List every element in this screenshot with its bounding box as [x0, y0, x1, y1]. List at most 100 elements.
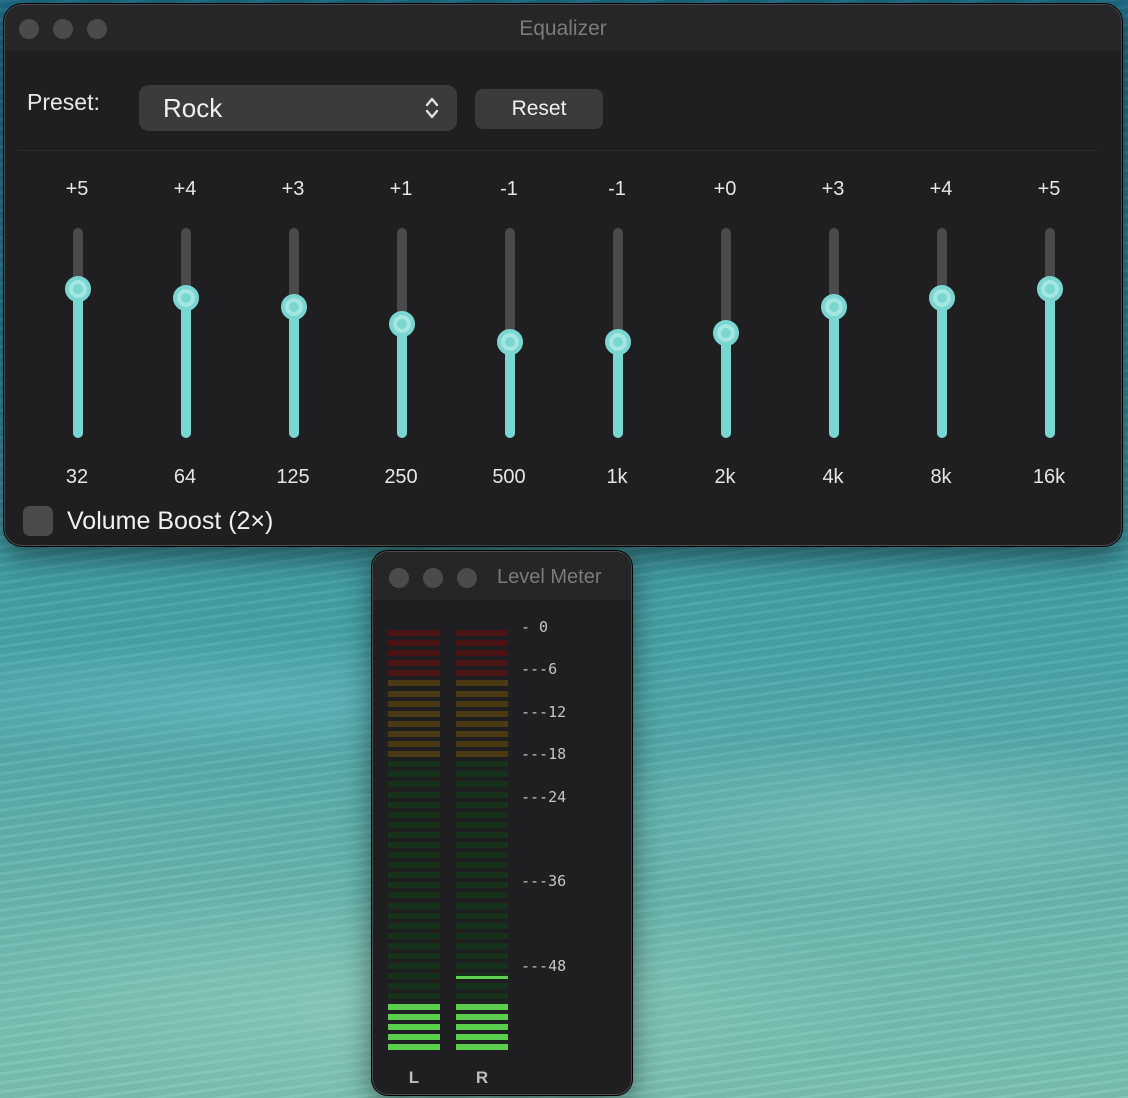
eq-band-500: -1 500: [469, 170, 549, 490]
meter-segment: [388, 701, 440, 707]
eq-slider-64[interactable]: [173, 228, 199, 438]
meter-segment: [456, 1004, 508, 1010]
eq-slider-1k[interactable]: [605, 228, 631, 438]
meter-segment: [388, 983, 440, 989]
eq-band-32: +5 32: [37, 170, 117, 490]
meter-segment: [388, 832, 440, 838]
slider-fill: [613, 342, 623, 438]
slider-fill: [505, 342, 515, 438]
db-scale-label: ---6: [521, 660, 558, 678]
level-meter-titlebar[interactable]: Level Meter: [373, 552, 631, 600]
slider-thumb[interactable]: [173, 285, 199, 311]
db-scale-label: ---12: [521, 703, 567, 721]
meter-segment: [388, 670, 440, 676]
meter-segment: [456, 913, 508, 919]
frequency-label: 2k: [714, 466, 736, 488]
eq-band-8k: +4 8k: [901, 170, 981, 490]
volume-boost-checkbox[interactable]: [23, 506, 53, 536]
minimize-window-button[interactable]: [423, 568, 443, 588]
slider-fill: [181, 298, 191, 438]
meter-segment: [388, 731, 440, 737]
meter-segment: [456, 892, 508, 898]
meter-segment: [388, 852, 440, 858]
gain-value: -1: [500, 178, 518, 200]
meter-segment: [388, 943, 440, 949]
meter-segment: [456, 630, 508, 636]
meter-segment: [456, 953, 508, 959]
meter-segment: [456, 771, 508, 777]
slider-fill: [721, 333, 731, 438]
meter-segment: [388, 711, 440, 717]
slider-thumb[interactable]: [497, 329, 523, 355]
frequency-label: 64: [173, 466, 197, 488]
meter-segment: [388, 892, 440, 898]
slider-thumb[interactable]: [713, 320, 739, 346]
meter-channel-l: [388, 630, 440, 1054]
slider-thumb[interactable]: [65, 276, 91, 302]
meter-segment: [456, 983, 508, 989]
meter-segment: [456, 933, 508, 939]
window-title: Equalizer: [519, 17, 607, 40]
frequency-label: 4k: [822, 466, 844, 488]
meter-segment: [388, 761, 440, 767]
meter-segment: [388, 822, 440, 828]
slider-thumb[interactable]: [929, 285, 955, 311]
zoom-window-button[interactable]: [457, 568, 477, 588]
meter-segment: [388, 1004, 440, 1010]
divider: [17, 150, 1099, 151]
updown-chevron-icon: [425, 97, 439, 119]
slider-thumb[interactable]: [821, 294, 847, 320]
meter-segment: [456, 822, 508, 828]
meter-segment: [456, 802, 508, 808]
eq-slider-32[interactable]: [65, 228, 91, 438]
meter-segment: [388, 812, 440, 818]
frequency-label: 500: [492, 466, 526, 488]
slider-thumb[interactable]: [281, 294, 307, 320]
meter-segment: [388, 923, 440, 929]
preset-value: Rock: [163, 93, 223, 123]
meter-segment: [388, 771, 440, 777]
eq-slider-125[interactable]: [281, 228, 307, 438]
preset-label: Preset:: [27, 89, 100, 115]
eq-slider-4k[interactable]: [821, 228, 847, 438]
meter-channel-r: [456, 630, 508, 1054]
slider-thumb[interactable]: [605, 329, 631, 355]
slider-thumb[interactable]: [1037, 276, 1063, 302]
channel-label: L: [408, 1068, 420, 1087]
meter-segment: [456, 993, 508, 999]
reset-button[interactable]: Reset: [475, 89, 603, 129]
meter-segment: [456, 872, 508, 878]
eq-slider-16k[interactable]: [1037, 228, 1063, 438]
eq-slider-250[interactable]: [389, 228, 415, 438]
meter-segment: [456, 650, 508, 656]
meter-segment: [456, 731, 508, 737]
eq-slider-500[interactable]: [497, 228, 523, 438]
equalizer-window: Equalizer Preset: Rock Reset +5 32 +4 64 +3 1…: [4, 4, 1122, 546]
meter-segment: [456, 711, 508, 717]
eq-slider-8k[interactable]: [929, 228, 955, 438]
db-scale-label: ---36: [521, 872, 567, 890]
meter-segment: [388, 963, 440, 969]
meter-segment: [388, 721, 440, 727]
slider-thumb[interactable]: [389, 311, 415, 337]
gain-value: +5: [65, 178, 89, 200]
gain-value: +3: [281, 178, 305, 200]
meter-segment: [388, 691, 440, 697]
slider-fill: [397, 324, 407, 438]
meter-segment: [456, 680, 508, 686]
meter-segment: [388, 933, 440, 939]
meter-segment: [388, 680, 440, 686]
eq-band-125: +3 125: [253, 170, 333, 490]
gain-value: -1: [608, 178, 626, 200]
meter-segment: [456, 943, 508, 949]
meter-segment: [456, 781, 508, 787]
slider-fill: [937, 298, 947, 438]
equalizer-titlebar[interactable]: Equalizer: [5, 5, 1121, 51]
eq-band-1k: -1 1k: [577, 170, 657, 490]
meter-segment: [388, 650, 440, 656]
close-window-button[interactable]: [389, 568, 409, 588]
meter-segment: [456, 832, 508, 838]
preset-dropdown[interactable]: Rock: [139, 85, 457, 131]
meter-segment: [388, 993, 440, 999]
eq-slider-2k[interactable]: [713, 228, 739, 438]
